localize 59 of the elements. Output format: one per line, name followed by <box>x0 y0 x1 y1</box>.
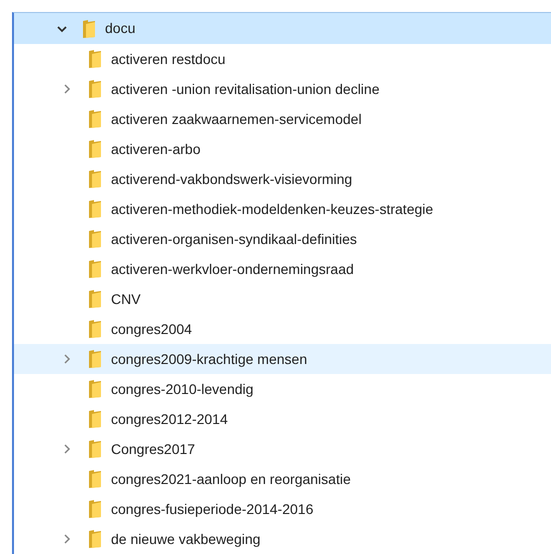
tree-item[interactable]: activerend-vakbondswerk-visievorming <box>14 164 551 194</box>
tree-item[interactable]: activeren-organisen-syndikaal-definities <box>14 224 551 254</box>
folder-icon <box>88 199 102 219</box>
folder-name: Congres2017 <box>111 440 196 459</box>
folder-name: congres2012-2014 <box>111 410 228 429</box>
tree-item[interactable]: congres-2010-levendig <box>14 374 551 404</box>
folder-icon <box>88 169 102 189</box>
folder-icon <box>88 289 102 309</box>
folder-name: activeren-methodiek-modeldenken-keuzes-strategie <box>111 200 434 219</box>
chevron-right-icon[interactable] <box>62 444 72 454</box>
chevron-down-icon[interactable] <box>57 24 67 34</box>
folder-name: congres2004 <box>111 320 192 339</box>
tree-item[interactable]: activeren restdocu <box>14 44 551 74</box>
folder-icon <box>88 469 102 489</box>
tree-item[interactable]: congres2004 <box>14 314 551 344</box>
tree-item[interactable]: docu <box>14 13 551 44</box>
chevron-right-icon[interactable] <box>62 354 72 364</box>
tree-item[interactable]: activeren zaakwaarnemen-servicemodel <box>14 104 551 134</box>
tree-item[interactable]: CNV <box>14 284 551 314</box>
folder-icon <box>88 319 102 339</box>
folder-name: activeren-werkvloer-ondernemingsraad <box>111 260 354 279</box>
folder-name: activeren restdocu <box>111 50 226 68</box>
folder-name: de nieuwe vakbeweging <box>111 530 260 549</box>
folder-name: activeren zaakwaarnemen-servicemodel <box>111 110 362 128</box>
folder-name: CNV <box>111 290 141 308</box>
tree-item[interactable]: activeren-arbo <box>14 134 551 164</box>
folder-icon <box>88 139 102 159</box>
tree-item[interactable]: Congres2017 <box>14 434 551 464</box>
folder-name: activeren-organisen-syndikaal-definities <box>111 230 357 249</box>
folder-icon <box>88 409 102 429</box>
tree-item[interactable]: de nieuwe vakbeweging <box>14 524 551 554</box>
folder-icon <box>88 259 102 279</box>
folder-name: congres2009-krachtige mensen <box>111 350 308 369</box>
folder-icon <box>88 229 102 249</box>
folder-icon <box>88 529 102 549</box>
folder-icon <box>88 379 102 399</box>
chevron-right-icon[interactable] <box>62 534 72 544</box>
folder-icon <box>88 499 102 519</box>
tree-item[interactable]: congres-fusieperiode-2014-2016 <box>14 494 551 524</box>
folder-icon <box>82 18 96 38</box>
folder-icon <box>88 79 102 99</box>
folder-icon <box>88 109 102 129</box>
folder-name: activeren -union revitalisation-union decline <box>111 80 380 98</box>
tree-item[interactable]: congres2009-krachtige mensen <box>14 344 551 374</box>
tree-item[interactable]: activeren -union revitalisation-union decline <box>14 74 551 104</box>
folder-name: congres-fusieperiode-2014-2016 <box>111 500 314 519</box>
tree-item[interactable]: congres2021-aanloop en reorganisatie <box>14 464 551 494</box>
folder-name: congres-2010-levendig <box>111 380 254 399</box>
folder-name: docu <box>105 19 136 38</box>
folder-icon <box>88 49 102 69</box>
folder-name: activerend-vakbondswerk-visievorming <box>111 170 352 189</box>
folder-name: congres2021-aanloop en reorganisatie <box>111 470 351 489</box>
folder-icon <box>88 349 102 369</box>
tree-item[interactable]: activeren-werkvloer-ondernemingsraad <box>14 254 551 284</box>
tree-item[interactable]: activeren-methodiek-modeldenken-keuzes-strategie <box>14 194 551 224</box>
tree-item[interactable]: congres2012-2014 <box>14 404 551 434</box>
chevron-right-icon[interactable] <box>62 84 72 94</box>
folder-icon <box>88 439 102 459</box>
folder-name: activeren-arbo <box>111 140 200 158</box>
